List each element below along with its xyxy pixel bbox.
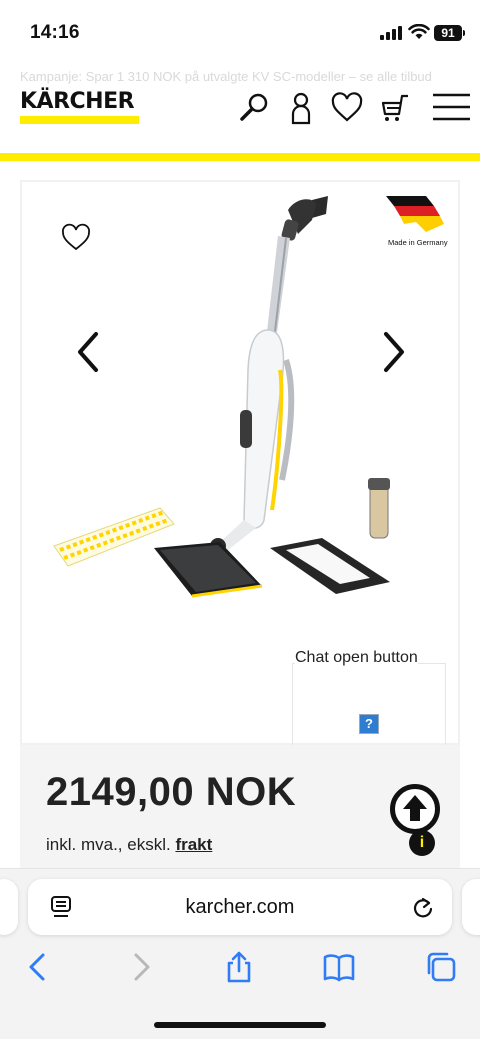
wishlist-heart-icon[interactable] (330, 90, 364, 126)
scroll-to-top-button[interactable] (390, 784, 440, 834)
chat-open-button[interactable]: Chat open button (295, 649, 418, 667)
menu-hamburger-icon[interactable] (430, 90, 472, 126)
cellular-signal-icon (380, 26, 402, 40)
promo-banner[interactable]: Kampanje: Spar 1 310 NOK på utvalgte KV … (20, 68, 460, 86)
forward-arrow-icon[interactable] (124, 950, 158, 984)
chat-placeholder-icon[interactable]: ? (359, 714, 379, 734)
tabs-icon[interactable] (424, 950, 458, 984)
logo-underline (20, 116, 139, 124)
shipping-link[interactable]: frakt (175, 835, 212, 854)
product-price: 2149,00 NOK (46, 770, 297, 814)
tax-shipping-note: inkl. mva., ekskl. frakt (46, 835, 212, 855)
info-icon[interactable]: i (409, 830, 435, 856)
back-arrow-icon[interactable] (22, 950, 56, 984)
bookmarks-icon[interactable] (322, 950, 356, 984)
cart-icon[interactable] (378, 90, 412, 126)
tax-prefix-text: inkl. mva., ekskl. (46, 835, 171, 854)
account-icon[interactable] (284, 90, 318, 126)
next-tab-preview[interactable] (462, 879, 480, 935)
home-indicator[interactable] (154, 1022, 326, 1028)
steam-mop-product-image (53, 196, 390, 598)
arrow-up-icon (403, 795, 427, 821)
search-icon[interactable] (238, 90, 272, 126)
wifi-icon (408, 24, 430, 39)
karcher-logo[interactable]: KÄRCHER (20, 89, 135, 114)
reload-icon[interactable] (412, 895, 434, 919)
previous-tab-preview[interactable] (0, 879, 18, 935)
address-bar[interactable]: karcher.com (28, 879, 452, 935)
url-text[interactable]: karcher.com (28, 896, 452, 919)
status-time: 14:16 (30, 22, 80, 43)
battery-indicator: 91 (434, 25, 465, 41)
share-icon[interactable] (222, 950, 256, 984)
brand-yellow-stripe (0, 153, 480, 161)
